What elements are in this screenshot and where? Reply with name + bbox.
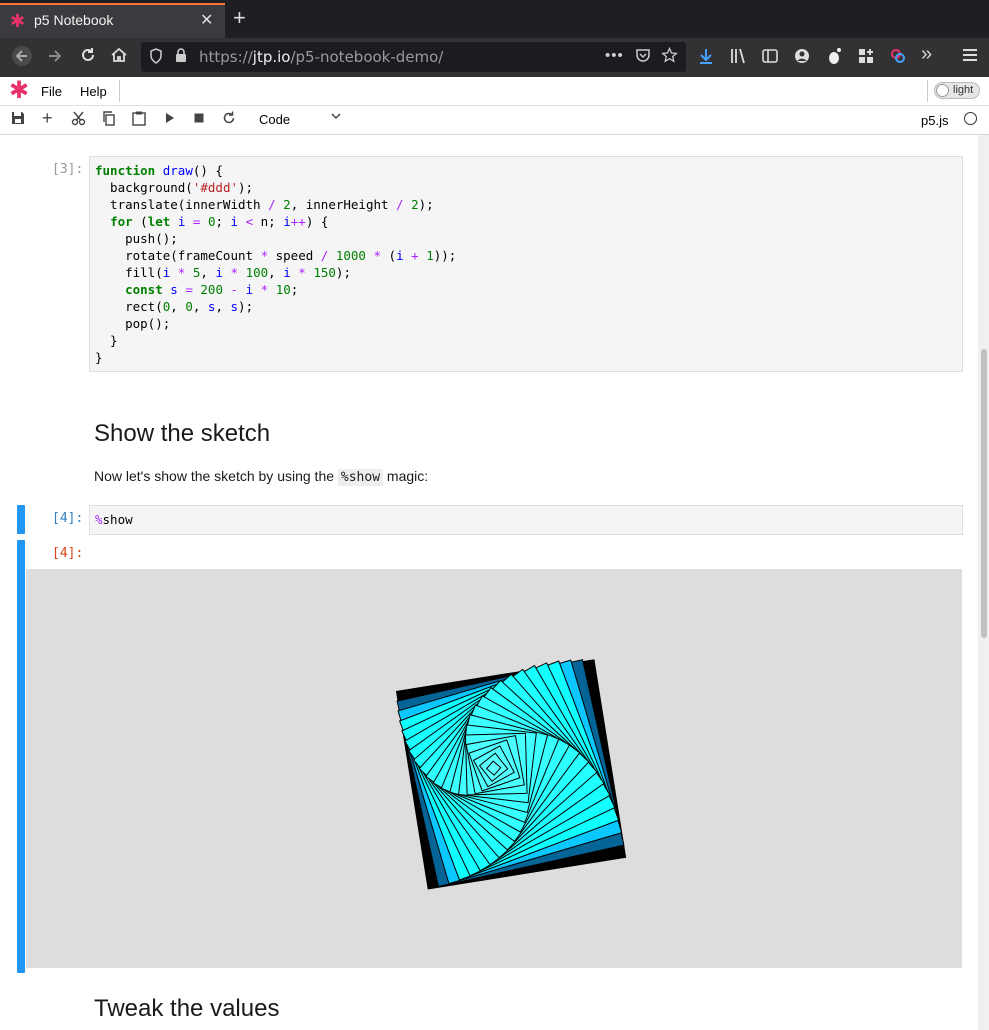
menubar-divider <box>119 80 120 102</box>
cell-type-select[interactable]: Code <box>259 112 290 127</box>
multi-account-containers-icon[interactable] <box>889 47 907 71</box>
code-line: for (let i = 0; i < n; i++) { <box>110 214 329 229</box>
url-path: /p5-notebook-demo/ <box>290 48 444 66</box>
lock-icon[interactable] <box>175 47 187 66</box>
code-line: } <box>95 333 118 348</box>
hamburger-menu-icon[interactable] <box>962 47 978 69</box>
account-icon[interactable] <box>793 47 811 71</box>
browser-nav-bar: https://jtp.io/p5-notebook-demo/ ••• » <box>0 38 989 77</box>
page-actions-more-icon[interactable]: ••• <box>605 47 624 64</box>
magic-prefix: % <box>95 512 103 527</box>
run-cell-icon[interactable] <box>164 111 176 129</box>
kernel-name[interactable]: p5.js <box>921 113 948 128</box>
markdown-paragraph: Now let's show the sketch by using the %… <box>94 468 429 486</box>
overflow-chevrons-icon[interactable]: » <box>921 44 932 64</box>
back-arrow-icon[interactable] <box>12 46 32 71</box>
tab-title: p5 Notebook <box>34 12 114 28</box>
p5-sketch-output[interactable] <box>26 569 962 968</box>
code-line: } <box>95 350 103 365</box>
url-prefix: https:// <box>199 48 253 66</box>
url-host: jtp.io <box>252 48 291 66</box>
downloads-icon[interactable] <box>697 47 715 71</box>
url-text[interactable]: https://jtp.io/p5-notebook-demo/ <box>199 48 443 66</box>
add-cell-icon[interactable]: + <box>42 109 53 127</box>
jupyter-favicon-icon: ✱ <box>10 11 26 31</box>
cut-icon[interactable] <box>71 111 86 130</box>
code-line: rotate(frameCount * speed / 1000 * (i + … <box>95 248 457 263</box>
markdown-heading: Tweak the values <box>94 995 280 1022</box>
theme-toggle-label: light <box>953 84 974 96</box>
code-line: %show <box>95 511 133 528</box>
kernel-status-idle-icon <box>964 112 977 125</box>
reload-icon[interactable] <box>79 46 97 69</box>
browser-tab[interactable]: ✱ p5 Notebook ✕ <box>0 3 225 38</box>
theme-toggle-knob <box>936 84 949 97</box>
close-tab-icon[interactable]: ✕ <box>200 10 213 30</box>
code-line: const s = 200 - i * 10; <box>125 282 299 297</box>
extension-puzzle-icon[interactable] <box>857 47 875 71</box>
pocket-icon[interactable] <box>635 47 651 67</box>
sketch-canvas[interactable] <box>26 569 962 968</box>
paste-icon[interactable] <box>132 111 146 130</box>
magic-command: show <box>102 512 133 527</box>
copy-icon[interactable] <box>102 111 116 130</box>
home-icon[interactable] <box>110 46 128 69</box>
browser-tab-bar: ✱ p5 Notebook ✕ + <box>0 0 989 38</box>
cell-input-prompt: [3]: <box>52 162 84 177</box>
bookmark-star-icon[interactable] <box>661 46 678 68</box>
library-icon[interactable] <box>729 47 747 71</box>
tracking-shield-icon[interactable] <box>149 48 163 67</box>
menubar-divider <box>927 80 928 102</box>
code-line: fill(i * 5, i * 100, i * 150); <box>95 265 351 280</box>
chevron-down-icon[interactable] <box>330 110 342 125</box>
input-collapser[interactable] <box>17 505 25 534</box>
restart-kernel-icon[interactable] <box>222 111 236 129</box>
paragraph-text: magic: <box>383 468 429 484</box>
cell-input-prompt: [4]: <box>52 511 84 526</box>
notebook-toolbar: + Code p5.js <box>0 106 989 135</box>
new-tab-button[interactable]: + <box>233 5 246 31</box>
menu-file[interactable]: File <box>41 84 62 99</box>
address-bar[interactable]: https://jtp.io/p5-notebook-demo/ ••• <box>141 42 686 72</box>
inline-code: %show <box>337 469 384 486</box>
cell-output-prompt: [4]: <box>52 546 84 561</box>
code-cell-editor[interactable]: %show <box>89 505 963 535</box>
output-collapser[interactable] <box>17 540 25 973</box>
code-line: pop(); <box>95 316 171 331</box>
code-line: translate(innerWidth / 2, innerHeight / … <box>95 197 434 212</box>
forward-arrow-icon[interactable] <box>45 46 65 71</box>
notebook-menubar: ✱ File Help light <box>0 77 989 106</box>
gnome-extension-icon[interactable] <box>825 47 843 71</box>
sidebar-icon[interactable] <box>761 47 779 71</box>
stop-kernel-icon[interactable] <box>193 111 205 129</box>
jupyterlite-logo-icon[interactable]: ✱ <box>9 78 29 104</box>
notebook-scrollbar-thumb[interactable] <box>981 349 987 638</box>
code-cell-editor[interactable]: function draw() { background('#ddd'); tr… <box>89 156 963 372</box>
code-line: function draw() { <box>95 163 223 178</box>
notebook-panel[interactable]: [3]: function draw() { background('#ddd'… <box>0 135 978 1030</box>
paragraph-text: Now let's show the sketch by using the <box>94 468 338 484</box>
theme-toggle[interactable]: light <box>934 82 980 99</box>
code-line: rect(0, 0, s, s); <box>95 299 254 314</box>
menu-help[interactable]: Help <box>80 84 107 99</box>
code-line: push(); <box>95 231 178 246</box>
markdown-heading: Show the sketch <box>94 420 271 447</box>
code-line: background('#ddd'); <box>95 180 254 195</box>
save-icon[interactable] <box>11 111 25 129</box>
